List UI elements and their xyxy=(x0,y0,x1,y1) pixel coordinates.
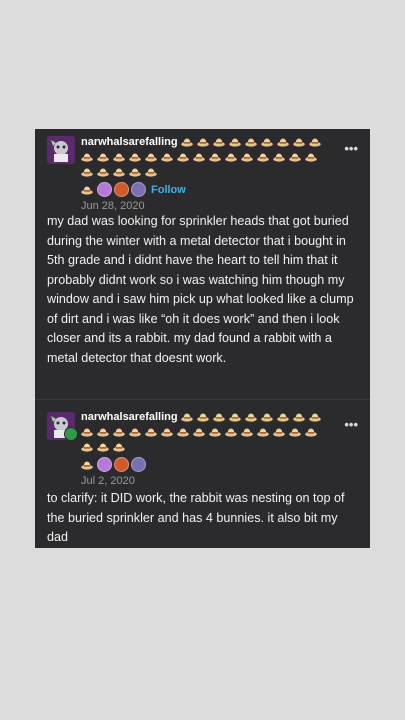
post-header: narwhalsarefalling Jul 2, 2020 xyxy=(81,410,332,487)
straw-hat-icon xyxy=(273,152,285,162)
straw-hat-icon xyxy=(177,152,189,162)
straw-hat-icon xyxy=(113,152,125,162)
badge-icon-3 xyxy=(131,457,146,473)
straw-hat-icon xyxy=(113,167,125,177)
straw-hat-icon xyxy=(161,152,173,162)
straw-hat-icon xyxy=(292,137,305,147)
straw-hat-icon xyxy=(97,167,109,177)
straw-hat-icon xyxy=(273,427,285,437)
straw-hat-icon xyxy=(209,152,221,162)
straw-hat-icon xyxy=(180,137,193,147)
straw-hat-icon xyxy=(97,442,109,452)
straw-hat-icon xyxy=(177,427,189,437)
straw-hat-icon xyxy=(305,427,317,437)
straw-hat-icon xyxy=(257,152,269,162)
badge-icon-2 xyxy=(114,182,129,198)
straw-hat-icon xyxy=(81,427,93,437)
straw-hat-icon xyxy=(97,427,109,437)
straw-hat-icon xyxy=(241,152,253,162)
straw-hat-icon xyxy=(180,412,193,422)
straw-hat-icon xyxy=(145,152,157,162)
follow-button[interactable]: Follow xyxy=(151,184,186,196)
straw-hat-icon xyxy=(193,427,205,437)
straw-hat-icon xyxy=(292,412,305,422)
straw-hat-icon xyxy=(260,412,273,422)
straw-hat-icon xyxy=(161,427,173,437)
straw-hat-icon xyxy=(228,412,241,422)
straw-hat-icon xyxy=(276,412,289,422)
straw-hat-icon xyxy=(257,427,269,437)
straw-hat-icon xyxy=(308,412,321,422)
straw-hat-icon xyxy=(276,137,289,147)
post-date: Jul 2, 2020 xyxy=(81,475,135,487)
straw-hat-icon xyxy=(145,167,157,177)
straw-hat-icon xyxy=(97,152,109,162)
straw-hat-icon xyxy=(241,427,253,437)
straw-hat-icon xyxy=(129,427,141,437)
straw-hat-icon xyxy=(113,427,125,437)
following-badge-icon xyxy=(64,427,78,441)
straw-hat-icon xyxy=(225,152,237,162)
straw-hat-icon xyxy=(81,167,93,177)
straw-hat-icon xyxy=(308,137,321,147)
straw-hat-icon xyxy=(289,152,301,162)
straw-hat-icon xyxy=(209,427,221,437)
badge-row: Follow xyxy=(81,181,332,199)
post-body: my dad was looking for sprinkler heads t… xyxy=(47,214,354,365)
username[interactable]: narwhalsarefalling xyxy=(81,136,178,148)
username[interactable]: narwhalsarefalling xyxy=(81,411,178,423)
more-options-icon[interactable]: ••• xyxy=(344,141,358,156)
reblog-card: narwhalsarefalling Follow Jun 28, 2020 •… xyxy=(35,129,370,548)
straw-hat-icon xyxy=(129,152,141,162)
straw-hat-icon xyxy=(129,167,141,177)
badge-icon-2 xyxy=(114,457,129,473)
post-date: Jun 28, 2020 xyxy=(81,200,145,212)
straw-hat-icon xyxy=(244,137,257,147)
straw-hat-icon xyxy=(260,137,273,147)
badge-icon-1 xyxy=(97,182,112,198)
post-header: narwhalsarefalling Follow Jun 28, 2020 xyxy=(81,135,332,212)
more-options-icon[interactable]: ••• xyxy=(344,417,358,432)
post-body: to clarify: it DID work, the rabbit was … xyxy=(47,491,345,544)
straw-hat-icon xyxy=(244,412,257,422)
original-post: narwhalsarefalling Follow Jun 28, 2020 •… xyxy=(35,129,370,400)
badge-row xyxy=(81,456,332,474)
straw-hat-icon xyxy=(305,152,317,162)
straw-hat-icon xyxy=(225,427,237,437)
straw-hat-icon xyxy=(289,427,301,437)
straw-hat-icon xyxy=(212,137,225,147)
badge-icon-1 xyxy=(97,457,112,473)
straw-hat-icon xyxy=(196,412,209,422)
straw-hat-icon xyxy=(228,137,241,147)
straw-hat-icon xyxy=(81,152,93,162)
straw-hat-icon xyxy=(81,185,93,195)
straw-hat-icon xyxy=(81,442,93,452)
straw-hat-icon xyxy=(212,412,225,422)
straw-hat-icon xyxy=(196,137,209,147)
username-hats-row: narwhalsarefalling xyxy=(81,135,332,180)
straw-hat-icon xyxy=(193,152,205,162)
straw-hat-icon xyxy=(145,427,157,437)
straw-hat-icon xyxy=(113,442,125,452)
reply-post: narwhalsarefalling Jul 2, 2020 ••• to cl… xyxy=(35,400,370,548)
username-hats-row: narwhalsarefalling xyxy=(81,410,332,455)
straw-hat-icon xyxy=(81,460,93,470)
badge-icon-3 xyxy=(131,182,146,198)
avatar[interactable] xyxy=(47,136,75,164)
